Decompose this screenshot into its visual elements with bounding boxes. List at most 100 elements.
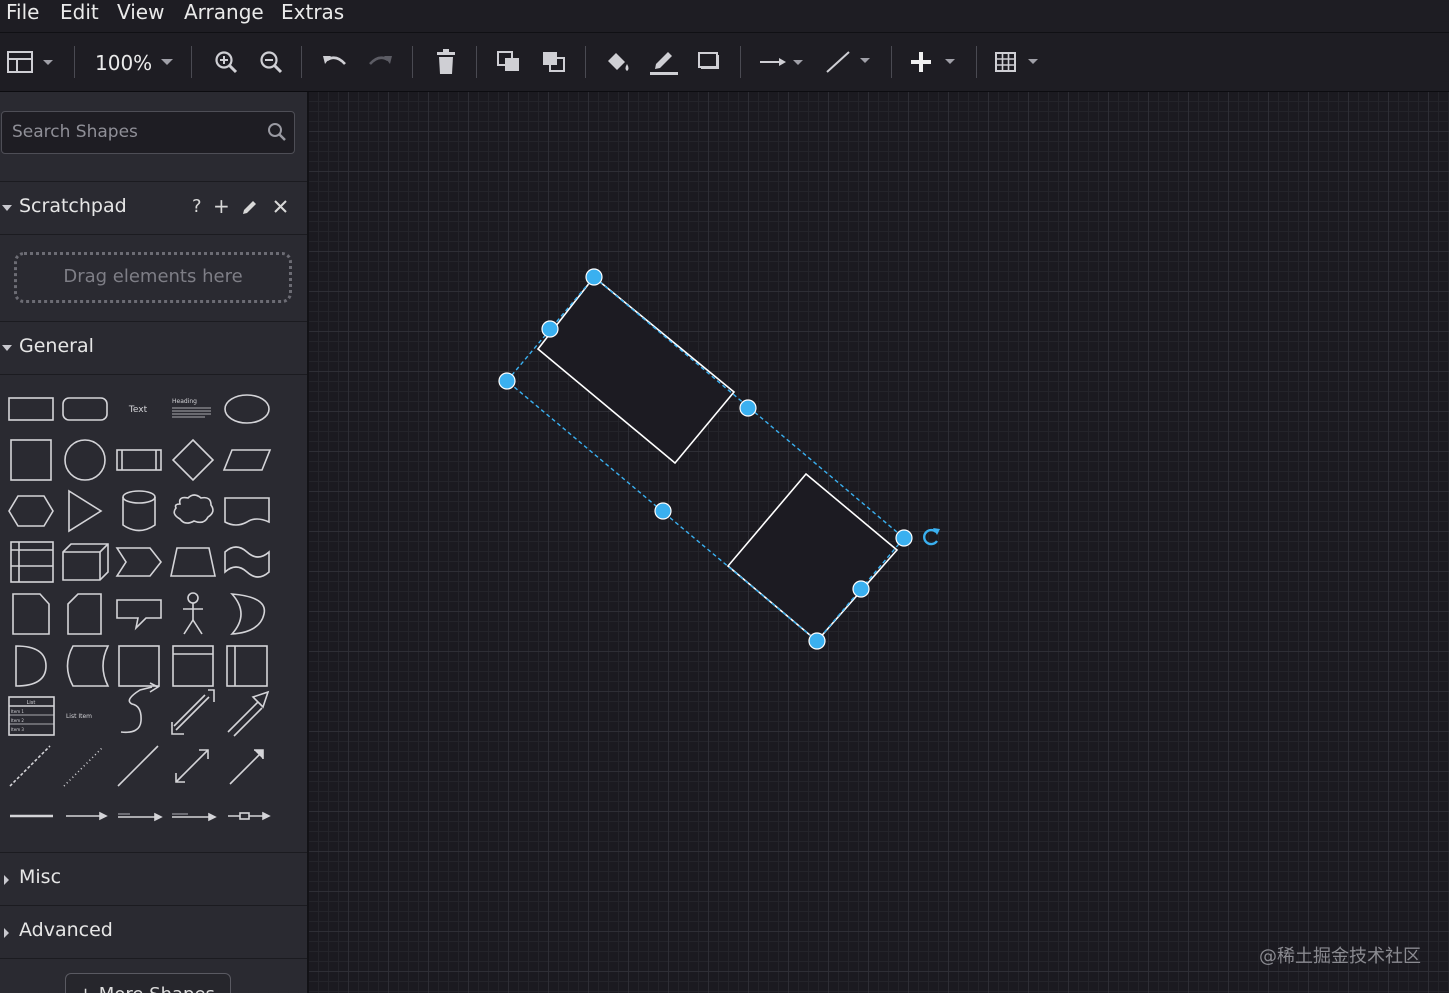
triangle-shape[interactable] (68, 489, 103, 533)
scratchpad-add-button[interactable]: + (213, 194, 230, 218)
scratchpad-header[interactable]: Scratchpad ? + (0, 181, 307, 235)
menu-arrange[interactable]: Arrange (184, 0, 264, 24)
resize-handle-bottom[interactable] (808, 632, 826, 650)
panel-layout-button[interactable] (4, 33, 58, 91)
shadow-button[interactable] (694, 33, 726, 91)
ellipse-shape[interactable] (224, 394, 270, 424)
undo-button[interactable] (318, 33, 352, 91)
directional-connector-shape[interactable] (229, 749, 264, 785)
list-item-shape[interactable]: List Item (66, 713, 92, 720)
search-icon[interactable] (267, 122, 287, 142)
collapse-triangle-icon (2, 345, 12, 351)
document-shape[interactable] (224, 497, 270, 526)
labeled-link-2-shape[interactable] (172, 812, 217, 822)
resize-handle-top-left[interactable] (541, 320, 559, 338)
table-button[interactable] (992, 33, 1044, 91)
scratchpad-help-button[interactable]: ? (192, 196, 202, 217)
to-front-button[interactable] (493, 33, 525, 91)
dotted-line-shape[interactable] (63, 747, 103, 787)
close-icon[interactable] (273, 199, 288, 214)
resize-handle-top-right[interactable] (739, 399, 757, 417)
link-with-box-shape[interactable] (228, 811, 271, 821)
insert-button[interactable] (907, 33, 959, 91)
menu-extras[interactable]: Extras (281, 0, 344, 24)
zoom-out-button[interactable] (255, 33, 287, 91)
labeled-link-shape[interactable] (118, 812, 163, 822)
tape-shape[interactable] (224, 546, 270, 578)
resize-handle-top[interactable] (585, 268, 603, 286)
arrow-shape[interactable] (227, 690, 270, 737)
circle-shape[interactable] (64, 439, 106, 481)
zoom-dropdown[interactable] (155, 33, 179, 91)
resize-handle-right[interactable] (895, 529, 913, 547)
and-shape[interactable] (15, 645, 47, 687)
cloud-shape[interactable] (173, 494, 214, 524)
drawing-canvas[interactable]: @稀土掘金技术社区 (309, 92, 1449, 993)
advanced-section-header[interactable]: Advanced (0, 905, 307, 959)
svg-text:Item 1: Item 1 (11, 709, 24, 714)
rectangle-shape[interactable] (8, 397, 54, 421)
line-color-button[interactable] (647, 33, 681, 91)
link-arrow-shape[interactable] (66, 811, 108, 821)
heading-text-shape[interactable]: Heading (172, 398, 211, 418)
resize-handle-bottom-left[interactable] (654, 502, 672, 520)
process-shape[interactable] (116, 449, 162, 471)
vertical-container-shape[interactable] (226, 645, 268, 687)
more-shapes-button[interactable]: + More Shapes (65, 973, 231, 993)
horizontal-container-shape[interactable] (172, 645, 214, 687)
parallelogram-shape[interactable] (222, 449, 272, 471)
zoom-level[interactable]: 100% (95, 51, 152, 75)
cube-shape[interactable] (62, 543, 109, 581)
diamond-shape[interactable] (171, 438, 215, 482)
resize-handle-left[interactable] (498, 372, 516, 390)
internal-storage-shape[interactable] (10, 541, 54, 583)
scratchpad-dropzone[interactable]: Drag elements here (14, 252, 292, 303)
actor-shape[interactable] (183, 592, 203, 635)
delete-button[interactable] (430, 33, 462, 91)
misc-section-header[interactable]: Misc (0, 852, 307, 906)
menu-edit[interactable]: Edit (60, 0, 99, 24)
fill-color-button[interactable] (602, 33, 634, 91)
advanced-section-title: Advanced (19, 919, 113, 941)
expand-triangle-icon (4, 875, 9, 885)
dashed-line-shape[interactable] (9, 745, 51, 787)
rounded-rectangle-shape[interactable] (62, 397, 108, 421)
rotate-handle-icon[interactable] (923, 528, 940, 546)
bidirectional-connector-shape[interactable] (175, 749, 209, 783)
cylinder-shape[interactable] (122, 490, 156, 532)
misc-section-title: Misc (19, 866, 62, 888)
redo-icon (369, 56, 392, 65)
bidirectional-arrow-shape[interactable] (171, 689, 215, 735)
curved-arrow-shape[interactable] (120, 682, 160, 734)
to-back-button[interactable] (538, 33, 570, 91)
step-shape[interactable] (115, 547, 163, 577)
waypoint-line-icon (826, 51, 870, 73)
menu-file[interactable]: File (6, 0, 39, 24)
container-shape[interactable] (118, 645, 160, 687)
or-shape[interactable] (230, 593, 266, 635)
connection-style-button[interactable] (757, 33, 809, 91)
data-storage-shape[interactable] (66, 645, 110, 687)
line-shape[interactable] (117, 745, 159, 787)
resize-handle-bottom-right[interactable] (852, 580, 870, 598)
redo-button[interactable] (363, 33, 397, 91)
list-shape[interactable]: List Item 1 Item 2 Item 3 (8, 696, 55, 736)
diagram-rectangle-1[interactable] (536, 275, 736, 465)
note-shape[interactable] (12, 593, 50, 635)
waypoints-button[interactable] (822, 33, 874, 91)
zoom-in-button[interactable] (210, 33, 242, 91)
text-shape[interactable]: Text (128, 405, 148, 415)
diagram-layer (498, 268, 940, 650)
table-icon (995, 52, 1038, 72)
svg-text:Item 3: Item 3 (11, 727, 24, 732)
search-input[interactable]: Search Shapes (1, 111, 295, 154)
general-section-header[interactable]: General (0, 321, 307, 375)
card-shape[interactable] (67, 593, 102, 635)
square-shape[interactable] (10, 439, 52, 481)
callout-shape[interactable] (116, 599, 162, 631)
diagram-rectangle-2[interactable] (726, 472, 899, 643)
menu-view[interactable]: View (117, 0, 164, 24)
trapezoid-shape[interactable] (170, 547, 216, 577)
edit-pencil-icon[interactable] (241, 198, 259, 216)
hexagon-shape[interactable] (8, 495, 54, 527)
